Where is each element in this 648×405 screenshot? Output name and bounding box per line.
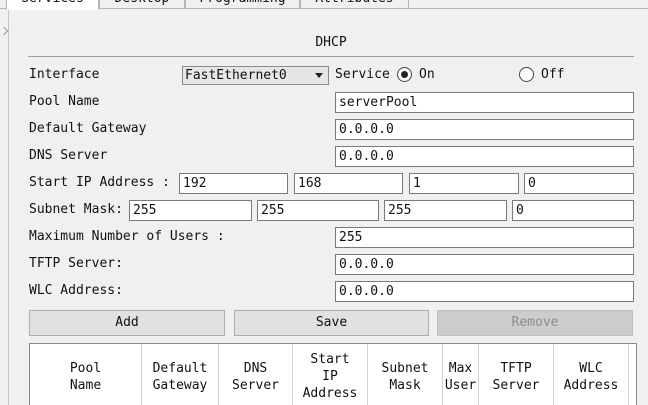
dns-server-label: DNS Server xyxy=(29,148,108,163)
column-header-dns-server[interactable]: DNS Server xyxy=(219,344,293,405)
tftp-server-label: TFTP Server: xyxy=(29,256,123,271)
default-gateway-input[interactable]: 0.0.0.0 xyxy=(335,119,634,140)
remove-button[interactable]: Remove xyxy=(437,310,633,336)
subnet-mask-octet-2[interactable]: 255 xyxy=(257,200,379,221)
tab-bar: Services Desktop Programming Attributes xyxy=(0,0,648,10)
max-users-input[interactable]: 255 xyxy=(335,227,634,248)
pool-table: Pool Name Default Gateway DNS Server Sta… xyxy=(29,343,637,405)
start-ip-octet-4[interactable]: 0 xyxy=(524,173,634,194)
interface-label: Interface xyxy=(29,67,100,82)
service-label: Service xyxy=(335,67,390,82)
service-on-label: On xyxy=(419,67,435,82)
interface-select[interactable]: FastEthernet0 xyxy=(182,66,329,85)
column-header-tftp-server[interactable]: TFTP Server xyxy=(479,344,554,405)
subnet-mask-octet-3[interactable]: 255 xyxy=(384,200,507,221)
pool-name-label: Pool Name xyxy=(29,94,100,109)
wlc-address-label: WLC Address: xyxy=(29,283,123,298)
subnet-mask-octet-1[interactable]: 255 xyxy=(129,200,252,221)
tftp-server-input[interactable]: 0.0.0.0 xyxy=(335,254,634,275)
column-header-max-users[interactable]: Max User xyxy=(443,344,479,405)
add-button[interactable]: Add xyxy=(29,310,225,336)
interface-select-value: FastEthernet0 xyxy=(185,68,287,83)
tab-desktop[interactable]: Desktop xyxy=(99,0,185,9)
tab-attributes[interactable]: Attributes xyxy=(300,0,409,9)
wlc-address-input[interactable]: 0.0.0.0 xyxy=(335,281,634,302)
start-ip-octet-1[interactable]: 192 xyxy=(179,173,288,194)
pool-name-input[interactable]: serverPool xyxy=(335,92,634,113)
services-list-panel xyxy=(0,10,9,405)
column-header-start-ip-address[interactable]: Start IP Address xyxy=(293,344,368,405)
default-gateway-label: Default Gateway xyxy=(29,121,147,136)
start-ip-octet-2[interactable]: 168 xyxy=(294,173,403,194)
tab-services[interactable]: Services xyxy=(6,0,99,10)
service-off-radio[interactable] xyxy=(519,67,534,82)
service-off-label: Off xyxy=(541,67,565,82)
subnet-mask-octet-4[interactable]: 0 xyxy=(512,200,634,221)
column-header-pool-name[interactable]: Pool Name xyxy=(30,344,142,405)
save-button[interactable]: Save xyxy=(234,310,429,336)
dns-server-input[interactable]: 0.0.0.0 xyxy=(335,146,634,167)
page-title: DHCP xyxy=(315,35,347,50)
chevron-down-icon xyxy=(315,73,323,78)
column-header-default-gateway[interactable]: Default Gateway xyxy=(142,344,219,405)
column-header-wlc-address[interactable]: WLC Address xyxy=(554,344,629,405)
title-divider xyxy=(28,56,634,57)
start-ip-octet-3[interactable]: 1 xyxy=(409,173,519,194)
column-header-subnet-mask[interactable]: Subnet Mask xyxy=(368,344,443,405)
chevron-right-icon xyxy=(0,26,9,36)
start-ip-label: Start IP Address : xyxy=(29,175,170,190)
max-users-label: Maximum Number of Users : xyxy=(29,229,225,244)
tab-programming[interactable]: Programming xyxy=(185,0,300,9)
service-on-radio[interactable] xyxy=(397,67,412,82)
subnet-mask-label: Subnet Mask: xyxy=(29,202,123,217)
